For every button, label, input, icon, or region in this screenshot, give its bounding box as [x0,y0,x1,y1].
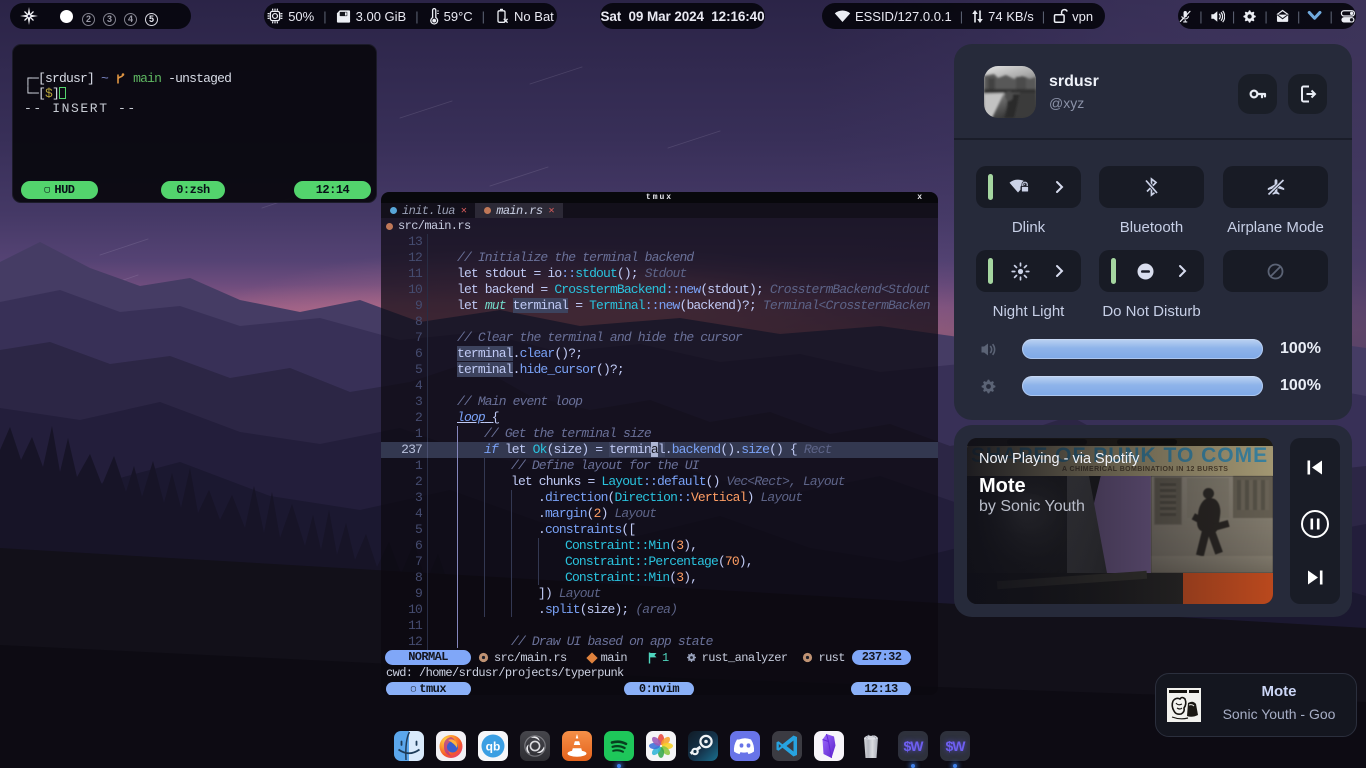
svg-text:qb: qb [486,740,501,754]
